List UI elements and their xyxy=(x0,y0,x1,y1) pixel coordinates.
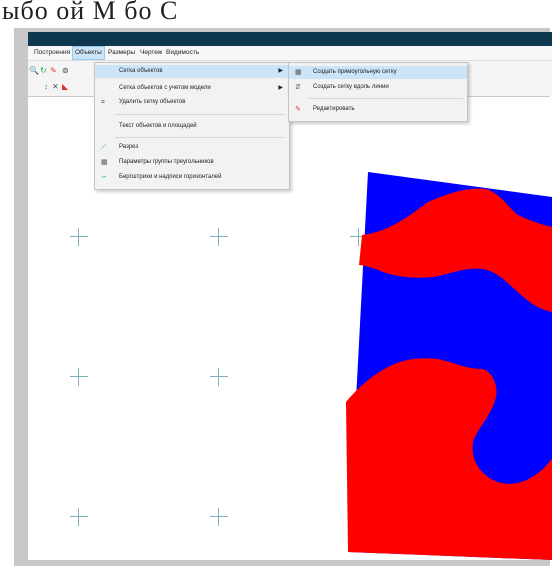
menu-item-label: Параметры группы треугольников xyxy=(119,159,214,165)
menu-drawing[interactable]: Чертеж xyxy=(138,47,164,59)
menu-item-delete-grid[interactable]: ⌗ Удалить сетку объектов xyxy=(95,96,289,109)
menu-item-label: Разрез xyxy=(119,144,139,150)
menu-item-label: Создать сетку вдоль линии xyxy=(313,84,389,90)
objects-dropdown: Сетка объектов ▶ Сетка объектов с учетом… xyxy=(94,62,290,190)
rotate-icon[interactable]: ↻ xyxy=(40,67,47,75)
menu-item-object-text[interactable]: Текст объектов и площадей xyxy=(95,120,289,133)
section-icon: ⟋ xyxy=(101,144,106,151)
move-icon[interactable]: ↕ xyxy=(44,83,48,91)
menu-item-section[interactable]: ⟋ Разрез xyxy=(95,141,289,154)
menu-item-object-grid[interactable]: Сетка объектов ▶ xyxy=(95,65,289,78)
menu-separator xyxy=(309,98,463,99)
marker-icon[interactable]: ◣ xyxy=(62,83,68,91)
contour-labels-icon: ∽ xyxy=(101,174,107,181)
delete-grid-icon: ⌗ xyxy=(101,99,105,106)
tool-icon[interactable]: ✎ xyxy=(50,67,57,75)
menu-item-label: Создать прямоугольную сетку xyxy=(313,69,397,75)
menu-item-triangle-params[interactable]: ▦ Параметры группы треугольников xyxy=(95,156,289,169)
menu-item-label: Текст объектов и площадей xyxy=(119,123,197,129)
menu-objects[interactable]: Объекты xyxy=(72,46,105,60)
menu-bar: Построения Объекты Размеры Чертеж Видимо… xyxy=(28,46,552,61)
rect-grid-icon: ▦ xyxy=(295,69,302,76)
menu-item-create-line-grid[interactable]: ⇵ Создать сетку вдоль линии xyxy=(289,81,467,94)
menu-dimensions[interactable]: Размеры xyxy=(106,47,137,59)
menu-item-label: Сетка объектов с учетом модели xyxy=(119,85,211,91)
zoom-icon[interactable]: 🔍 xyxy=(29,67,39,75)
triangle-params-icon: ▦ xyxy=(101,159,108,166)
menu-separator xyxy=(115,137,285,138)
background-text: ыбо ой М бо С xyxy=(2,0,179,25)
line-grid-icon: ⇵ xyxy=(295,84,301,91)
menu-visibility[interactable]: Видимость xyxy=(164,47,201,59)
menu-constructions[interactable]: Построения xyxy=(32,47,72,59)
menu-item-object-grid-model[interactable]: Сетка объектов с учетом модели ▶ xyxy=(95,82,289,95)
menu-item-label: Бергштрихи и надписи горизонталей xyxy=(119,174,222,180)
menu-item-contour-labels[interactable]: ∽ Бергштрихи и надписи горизонталей xyxy=(95,171,289,184)
title-bar xyxy=(28,32,552,46)
grid-submenu: ▦ Создать прямоугольную сетку ⇵ Создать … xyxy=(288,62,468,122)
menu-item-label: Редактировать xyxy=(313,106,355,112)
submenu-arrow-icon: ▶ xyxy=(278,85,283,91)
menu-item-create-rect-grid[interactable]: ▦ Создать прямоугольную сетку xyxy=(289,66,467,79)
menu-item-label: Удалить сетку объектов xyxy=(119,99,186,105)
menu-item-edit-grid[interactable]: ✎ Редактировать xyxy=(289,103,467,116)
submenu-arrow-icon: ▶ xyxy=(278,68,283,74)
edit-icon: ✎ xyxy=(295,106,301,113)
point-icon[interactable]: ⨯ xyxy=(52,83,59,91)
layer-icon[interactable]: ⊚ xyxy=(62,67,69,75)
menu-separator xyxy=(115,114,285,115)
menu-item-label: Сетка объектов xyxy=(119,68,163,74)
